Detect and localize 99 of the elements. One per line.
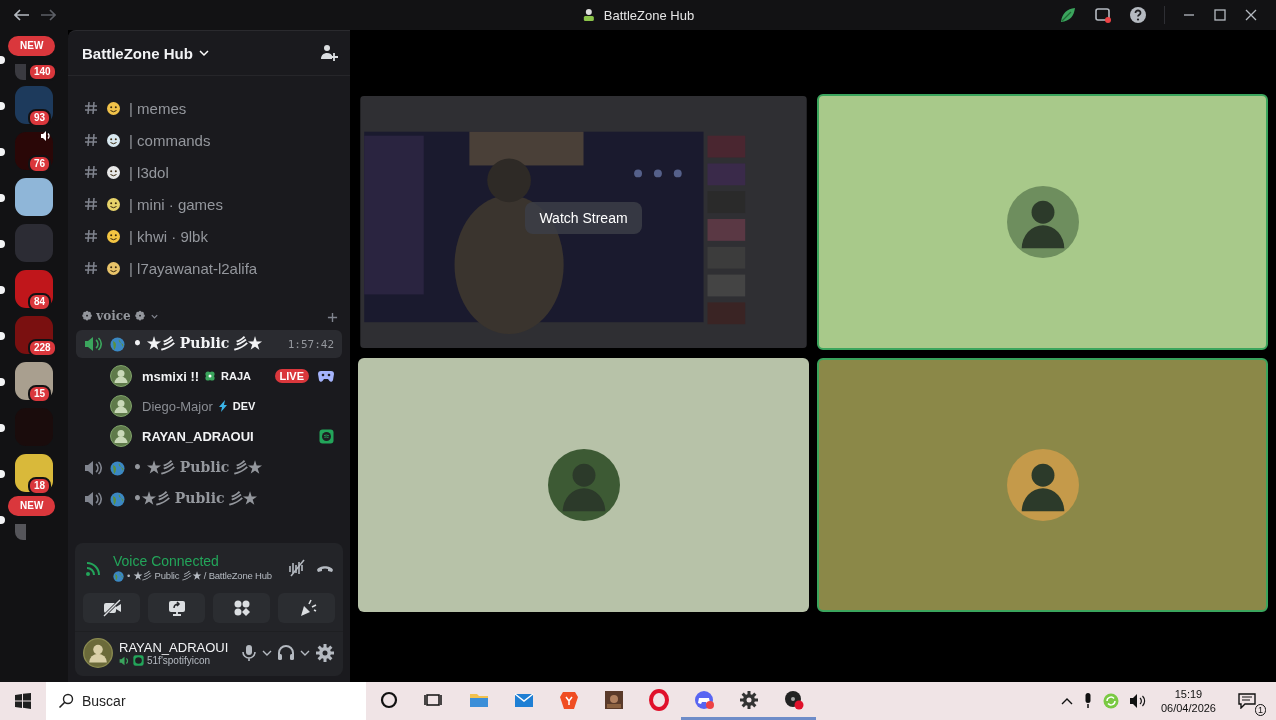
start-icon[interactable]	[14, 692, 32, 710]
hashtag-icon	[84, 101, 98, 115]
disc-icon	[782, 688, 805, 711]
settings-icon[interactable]	[315, 643, 335, 663]
voice-channel-item[interactable]: •★彡 Public 彡★	[76, 485, 342, 513]
video-tile[interactable]	[358, 358, 809, 612]
ring-o-icon	[647, 688, 670, 711]
mention-badge: 140	[28, 63, 57, 81]
chevron-down-icon[interactable]	[300, 649, 310, 657]
connection-status[interactable]: Voice Connected	[113, 553, 279, 569]
channel-item[interactable]: | memes	[76, 92, 342, 124]
video-tile[interactable]	[817, 358, 1268, 612]
server-name-button[interactable]: BattleZone Hub	[82, 44, 209, 62]
screen-share-icon	[166, 598, 187, 618]
watch-stream-button[interactable]: Watch Stream	[525, 202, 642, 234]
voice-channel-item[interactable]: • ★彡 Public 彡★ 1:57:42	[76, 330, 342, 358]
window-title: BattleZone Hub	[603, 7, 695, 23]
mention-badge: 93	[28, 109, 52, 127]
hashtag-icon	[84, 229, 98, 243]
channel-item[interactable]: | khwi · 9lbk	[76, 220, 342, 252]
speaker-icon	[84, 336, 102, 352]
chevron-up-icon[interactable]	[1060, 697, 1073, 705]
avatar	[110, 425, 132, 447]
plus-icon[interactable]	[327, 312, 338, 323]
mention-badge: 76	[28, 155, 52, 173]
hashtag-icon	[84, 261, 98, 275]
member-name: RAYAN_ADRAOUI	[142, 428, 254, 444]
avatar	[110, 395, 132, 417]
inbox-icon[interactable]	[1094, 6, 1112, 24]
username: RAYAN_ADRAOUI	[119, 640, 229, 655]
category-header[interactable]: ❁ voice ❁	[82, 309, 159, 323]
music-app-icon	[319, 428, 334, 444]
noise-suppression-icon[interactable]	[287, 558, 307, 578]
globe-icon	[110, 336, 125, 352]
channel-item[interactable]: | mini · games	[76, 188, 342, 220]
music-app-icon	[133, 655, 144, 666]
lightning-icon	[217, 400, 228, 412]
soundboard-button[interactable]	[278, 593, 335, 623]
microphone-icon[interactable]	[1082, 693, 1093, 709]
add-member-icon[interactable]	[320, 44, 338, 62]
picture-app-icon	[602, 688, 625, 711]
headphones-icon[interactable]	[277, 644, 295, 662]
avatar[interactable]	[83, 638, 113, 668]
back-arrow-icon[interactable]	[14, 9, 30, 21]
speaker-icon	[119, 655, 130, 666]
channel-link[interactable]: • ★彡 Public 彡★ / BattleZone Hub	[127, 570, 272, 583]
voice-member[interactable]: Diego-Major DEV	[76, 391, 342, 421]
globe-icon	[110, 491, 125, 507]
maximize-icon[interactable]	[1213, 8, 1227, 22]
hashtag-icon	[84, 197, 98, 211]
video-tile[interactable]: Watch Stream	[358, 94, 809, 350]
volume-icon[interactable]	[1128, 693, 1147, 709]
mention-badge: 228	[28, 339, 57, 357]
mention-badge: 15	[28, 385, 52, 403]
settings-icon	[737, 688, 760, 711]
video-tile[interactable]	[817, 94, 1268, 350]
custom-status: 51f'spotifyicon	[147, 655, 211, 666]
chevron-down-icon[interactable]	[262, 649, 272, 657]
clover-icon	[204, 370, 217, 382]
globe-icon	[113, 571, 124, 582]
role-tag: RAJA	[221, 370, 252, 382]
search-icon	[58, 693, 74, 709]
channel-item[interactable]: | l3dol	[76, 156, 342, 188]
voice-member[interactable]: RAYAN_ADRAOUI	[76, 421, 342, 451]
gamepad-icon	[318, 370, 334, 382]
speaker-icon	[84, 491, 102, 507]
avatar	[110, 365, 132, 387]
close-icon[interactable]	[1244, 8, 1258, 22]
screen-share-button[interactable]	[148, 593, 205, 623]
channel-item[interactable]: | l7ayawanat-l2alifa	[76, 252, 342, 284]
notifications-button[interactable]: 1	[1230, 684, 1268, 718]
new-badge: NEW	[8, 36, 56, 56]
channel-item[interactable]: | commands	[76, 124, 342, 156]
member-name: msmixi !!	[142, 368, 200, 384]
voice-member[interactable]: msmixi !! RAJA LIVE	[76, 361, 342, 391]
mention-badge: 84	[28, 293, 52, 311]
gamepad-app-icon	[692, 688, 715, 711]
search-field[interactable]: Buscar	[46, 682, 366, 720]
speaker-icon	[84, 460, 102, 476]
clock[interactable]: 15:19 06/04/2026	[1156, 687, 1220, 715]
message-icon	[1238, 693, 1256, 709]
hashtag-icon	[84, 133, 98, 147]
microphone-icon[interactable]	[241, 644, 257, 662]
role-tag: DEV	[232, 400, 256, 412]
forward-arrow-icon[interactable]	[40, 9, 56, 21]
voice-channel-item[interactable]: • ★彡 Public 彡★	[76, 454, 342, 482]
camera-off-icon	[101, 598, 122, 618]
leaf-icon[interactable]	[1059, 6, 1077, 24]
activities-button[interactable]	[213, 593, 270, 623]
elapsed-time: 1:57:42	[287, 337, 334, 351]
globe-icon	[110, 460, 125, 476]
live-badge: LIVE	[274, 369, 309, 383]
chevron-down-icon	[198, 49, 209, 57]
camera-off-button[interactable]	[83, 593, 140, 623]
help-icon[interactable]	[1129, 6, 1147, 24]
new-badge: NEW	[8, 496, 56, 516]
hashtag-icon	[84, 165, 98, 179]
member-name: Diego-Major	[142, 398, 213, 414]
mention-badge: 18	[28, 477, 52, 495]
